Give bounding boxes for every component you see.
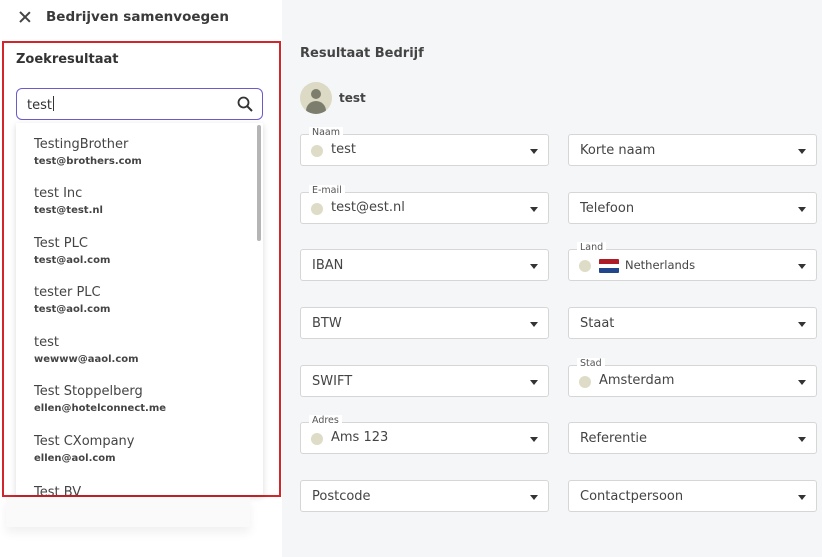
- list-item[interactable]: Test BV: [16, 485, 256, 495]
- caret-down-icon[interactable]: [798, 380, 806, 385]
- panel-shadow: [6, 497, 250, 527]
- caret-down-icon[interactable]: [530, 264, 538, 269]
- email-select[interactable]: E-mail test@est.nl: [300, 185, 549, 224]
- result-name: Test CXompany: [34, 434, 135, 449]
- result-name: test: [34, 335, 59, 350]
- source-dot-icon: [311, 433, 323, 445]
- caret-down-icon[interactable]: [798, 437, 806, 442]
- search-results-list[interactable]: TestingBrother test@brothers.com test In…: [16, 123, 263, 495]
- referentie-select[interactable]: Referentie: [568, 422, 817, 454]
- dialog-title: Bedrijven samenvoegen: [46, 9, 229, 25]
- close-icon[interactable]: [18, 10, 32, 24]
- field-placeholder: Referentie: [580, 431, 648, 446]
- swift-select[interactable]: SWIFT: [300, 365, 549, 397]
- caret-down-icon[interactable]: [530, 149, 538, 154]
- field-placeholder: Telefoon: [580, 201, 635, 216]
- dialog-header: Bedrijven samenvoegen: [18, 6, 229, 28]
- naam-select[interactable]: Naam test: [300, 127, 549, 166]
- caret-down-icon[interactable]: [798, 149, 806, 154]
- caret-down-icon[interactable]: [530, 380, 538, 385]
- field-placeholder: Korte naam: [580, 143, 656, 158]
- list-item[interactable]: Test PLC test@aol.com: [16, 236, 256, 284]
- result-name: test Inc: [34, 186, 83, 201]
- result-email: test@test.nl: [34, 205, 103, 216]
- result-panel: Resultaat Bedrijf test Naam test Korte n…: [282, 0, 822, 557]
- stad-select[interactable]: Stad Amsterdam: [568, 358, 817, 397]
- result-email: test@aol.com: [34, 304, 111, 315]
- result-email: ellen@hotelconnect.me: [34, 403, 167, 414]
- avatar: [300, 82, 332, 114]
- field-label: Land: [577, 242, 607, 254]
- field-label: Adres: [309, 415, 342, 427]
- caret-down-icon[interactable]: [530, 322, 538, 327]
- search-panel: Bedrijven samenvoegen Zoekresultaat test…: [0, 0, 282, 557]
- person-icon: [311, 89, 321, 99]
- result-name: Test PLC: [34, 236, 88, 251]
- result-name: Test BV: [34, 485, 82, 495]
- result-email: test@brothers.com: [34, 156, 142, 167]
- field-label: E-mail: [309, 185, 345, 197]
- scrollbar-thumb[interactable]: [257, 125, 261, 241]
- result-email: wewww@aaol.com: [34, 354, 139, 365]
- list-item[interactable]: Test Stoppelberg ellen@hotelconnect.me: [16, 384, 256, 432]
- source-dot-icon: [579, 376, 591, 388]
- contactpersoon-select[interactable]: Contactpersoon: [568, 480, 817, 512]
- result-title: Resultaat Bedrijf: [300, 46, 424, 61]
- telefoon-select[interactable]: Telefoon: [568, 192, 817, 224]
- staat-select[interactable]: Staat: [568, 307, 817, 339]
- btw-select[interactable]: BTW: [300, 307, 549, 339]
- result-name: Test Stoppelberg: [34, 384, 143, 399]
- caret-down-icon[interactable]: [798, 495, 806, 500]
- result-name: TestingBrother: [34, 137, 129, 152]
- result-email: test@aol.com: [34, 255, 111, 266]
- field-value: Netherlands: [625, 258, 696, 272]
- result-email: ellen@aol.com: [34, 453, 116, 464]
- search-input-value[interactable]: test: [27, 96, 54, 113]
- caret-down-icon[interactable]: [798, 264, 806, 269]
- source-dot-icon: [311, 145, 323, 157]
- adres-select[interactable]: Adres Ams 123: [300, 415, 549, 454]
- field-placeholder: SWIFT: [312, 374, 353, 389]
- field-placeholder: IBAN: [312, 258, 344, 273]
- caret-down-icon[interactable]: [798, 207, 806, 212]
- search-results-title: Zoekresultaat: [16, 52, 119, 67]
- field-placeholder: BTW: [312, 316, 342, 331]
- field-placeholder: Contactpersoon: [580, 489, 684, 504]
- field-placeholder: Postcode: [312, 489, 371, 504]
- caret-down-icon[interactable]: [530, 207, 538, 212]
- field-placeholder: Staat: [580, 316, 615, 331]
- field-label: Naam: [309, 127, 344, 139]
- source-dot-icon: [311, 203, 323, 215]
- field-value: Amsterdam: [599, 373, 675, 388]
- caret-down-icon[interactable]: [530, 437, 538, 442]
- result-name: tester PLC: [34, 285, 101, 300]
- field-value: Ams 123: [331, 430, 389, 445]
- field-value: test: [331, 142, 356, 157]
- list-item[interactable]: test wewww@aaol.com: [16, 335, 256, 383]
- search-input[interactable]: test: [16, 88, 263, 120]
- company-name: test: [339, 91, 366, 105]
- field-label: Stad: [577, 358, 605, 370]
- korte-naam-select[interactable]: Korte naam: [568, 134, 817, 166]
- text-caret: [52, 96, 54, 111]
- iban-select[interactable]: IBAN: [300, 249, 549, 281]
- field-value: test@est.nl: [331, 200, 405, 215]
- postcode-select[interactable]: Postcode: [300, 480, 549, 512]
- land-select[interactable]: Land Netherlands: [568, 242, 817, 281]
- list-item[interactable]: test Inc test@test.nl: [16, 186, 256, 234]
- search-icon[interactable]: [237, 96, 253, 112]
- caret-down-icon[interactable]: [530, 495, 538, 500]
- netherlands-flag-icon: [599, 259, 619, 273]
- list-item[interactable]: tester PLC test@aol.com: [16, 285, 256, 333]
- source-dot-icon: [579, 260, 591, 272]
- caret-down-icon[interactable]: [798, 322, 806, 327]
- list-item[interactable]: TestingBrother test@brothers.com: [16, 137, 256, 185]
- list-item[interactable]: Test CXompany ellen@aol.com: [16, 434, 256, 482]
- search-results-box: Zoekresultaat test TestingBrother test@b…: [2, 41, 281, 497]
